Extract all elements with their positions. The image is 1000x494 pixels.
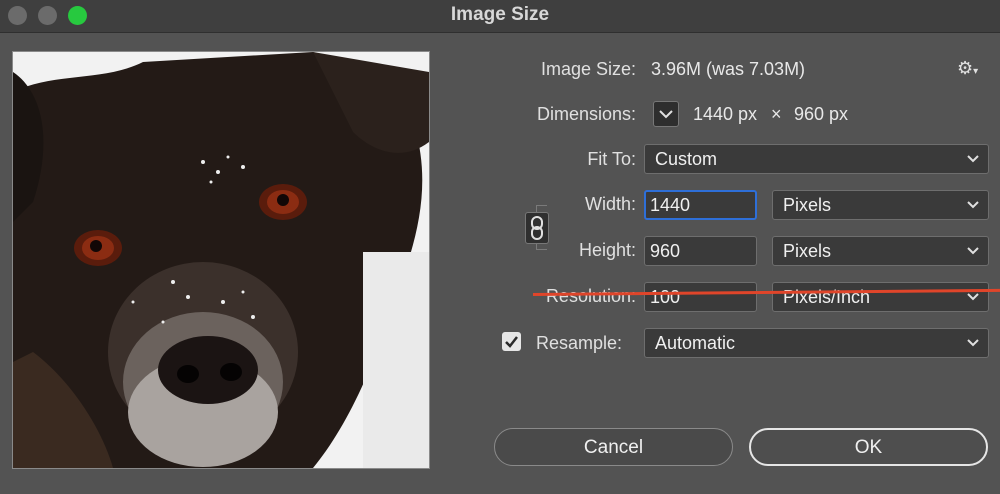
width-unit-select[interactable]: Pixels	[772, 190, 989, 220]
width-label: Width:	[584, 194, 636, 214]
height-label: Height:	[578, 240, 636, 260]
resample-checkbox[interactable]	[502, 332, 521, 351]
chevron-down-icon: ▾	[973, 66, 979, 77]
chevron-down-icon	[967, 339, 979, 347]
constrain-proportions-toggle[interactable]	[525, 212, 549, 244]
settings-gear-menu[interactable]: ⚙▾	[957, 58, 978, 79]
chevron-down-icon	[967, 247, 979, 255]
fit-to-label: Fit To:	[587, 149, 636, 169]
dog-photo	[13, 52, 429, 468]
dimensions-label: Dimensions:	[536, 104, 636, 124]
dimensions-units-toggle[interactable]	[653, 101, 679, 127]
gear-icon: ⚙	[957, 58, 974, 78]
height-input[interactable]: 960	[644, 236, 757, 266]
dimensions-height-value: 960 px	[794, 104, 849, 124]
window-title: Image Size	[450, 4, 550, 25]
width-unit-value: Pixels	[783, 195, 832, 215]
resample-method-select[interactable]: Automatic	[644, 328, 989, 358]
dimensions-width-value: 1440 px	[693, 104, 758, 124]
dimensions-times: ×	[771, 104, 782, 124]
height-unit-value: Pixels	[783, 241, 832, 261]
cancel-button[interactable]: Cancel	[494, 428, 733, 466]
resolution-input[interactable]: 100	[644, 282, 757, 312]
resolution-label: Resolution:	[545, 286, 636, 306]
fit-to-select[interactable]: Custom	[644, 144, 989, 174]
title-bar: Image Size	[0, 0, 1000, 33]
image-preview	[12, 51, 430, 469]
chevron-down-icon	[967, 293, 979, 301]
fit-to-value: Custom	[655, 149, 718, 169]
image-size-value: 3.96M (was 7.03M)	[651, 59, 806, 79]
checkmark-icon	[505, 336, 518, 348]
image-size-label: Image Size:	[540, 59, 636, 79]
resample-method-value: Automatic	[655, 333, 736, 353]
width-input[interactable]: 1440	[644, 190, 757, 220]
chevron-down-icon	[967, 155, 979, 163]
chevron-down-icon	[659, 110, 673, 119]
chain-link-icon	[531, 216, 543, 240]
chevron-down-icon	[967, 201, 979, 209]
ok-button[interactable]: OK	[749, 428, 988, 466]
resolution-unit-select[interactable]: Pixels/Inch	[772, 282, 989, 312]
height-unit-select[interactable]: Pixels	[772, 236, 989, 266]
constrain-bracket-top	[536, 205, 547, 212]
resample-label: Resample:	[536, 333, 623, 353]
